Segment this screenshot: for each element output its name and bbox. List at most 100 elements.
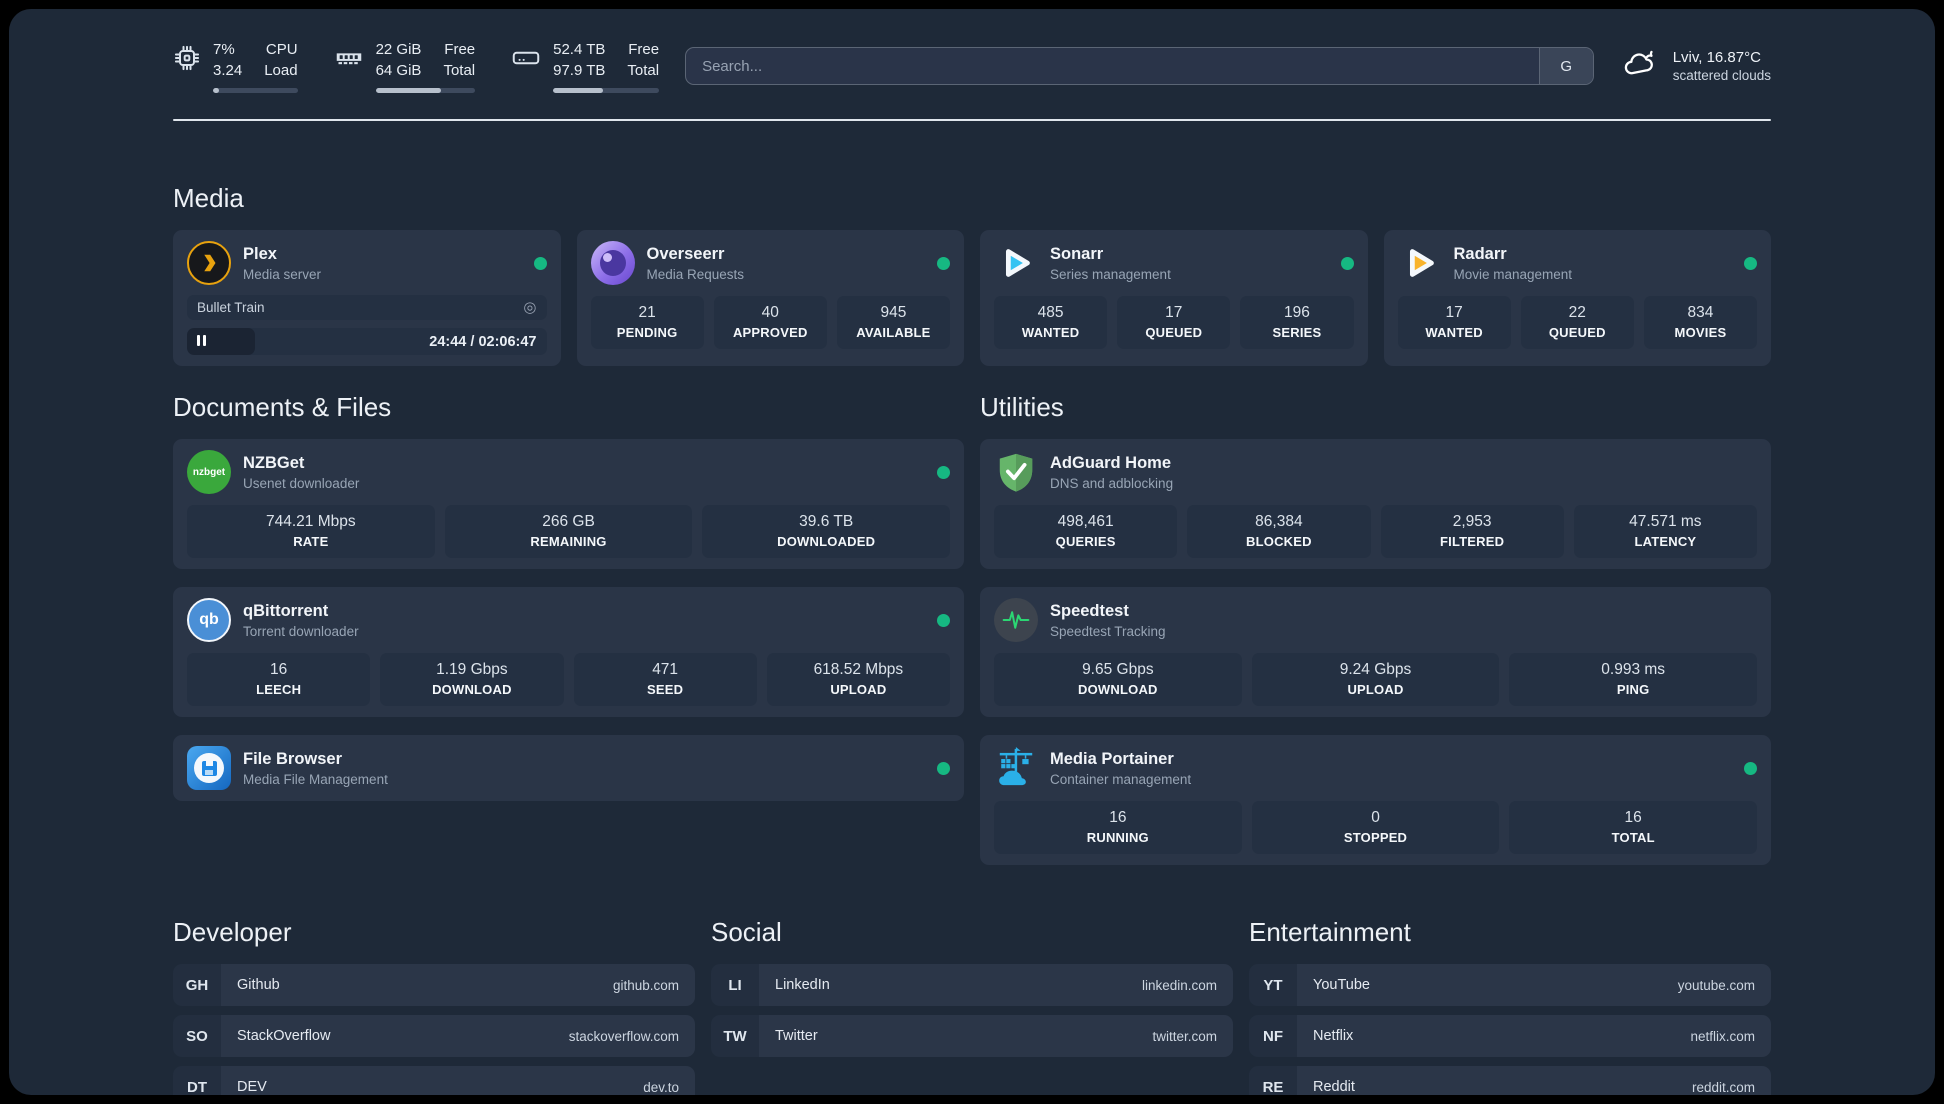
cloud-icon: [1620, 47, 1660, 86]
stat-wanted: 17 WANTED: [1397, 296, 1511, 349]
portainer-icon: [994, 746, 1038, 790]
speedtest-icon: [994, 598, 1038, 642]
stat-available: 945 AVAILABLE: [836, 296, 951, 349]
link-name: YouTube: [1313, 977, 1370, 993]
playback-time: 24:44 / 02:06:47: [429, 333, 537, 350]
qbittorrent-card[interactable]: qb qBittorrent Torrent downloader 16 LEEC…: [173, 587, 964, 717]
status-dot: [937, 613, 950, 627]
now-playing-type-icon[interactable]: ◎: [523, 300, 536, 315]
status-dot: [1744, 256, 1757, 270]
cpu-metric: 7% 3.24 CPU Load: [173, 39, 298, 93]
nzbget-card[interactable]: nzbget NZBGet Usenet downloader 744.21 M…: [173, 439, 964, 569]
link-url: dev.to: [643, 1079, 679, 1095]
sonarr-card[interactable]: Sonarr Series management 485 WANTED 17 QUE…: [980, 230, 1368, 366]
disk-free-value: 52.4 TB: [553, 41, 606, 58]
stat-movies: 834 MOVIES: [1643, 296, 1758, 349]
status-dot: [937, 761, 950, 775]
link-name: Netflix: [1313, 1028, 1354, 1044]
plex-now-playing: Bullet Train ◎: [187, 295, 547, 320]
stat-ping: 0.993 ms PING: [1509, 653, 1758, 706]
stat-stopped: 0 STOPPED: [1251, 801, 1500, 854]
cpu-progress-bar: [213, 88, 298, 93]
link-name: Github: [237, 977, 280, 993]
stat-leech: 16 LEECH: [187, 653, 371, 706]
app-subtitle: DNS and adblocking: [1050, 475, 1174, 491]
link-name: StackOverflow: [237, 1028, 331, 1044]
adguard-card[interactable]: AdGuard Home DNS and adblocking 498,461 Q…: [980, 439, 1771, 569]
plex-icon: [187, 241, 231, 285]
link-abbr-badge: NF: [1249, 1015, 1297, 1057]
plex-progress-bar[interactable]: 24:44 / 02:06:47: [187, 328, 547, 355]
link-url: youtube.com: [1677, 977, 1755, 993]
link-stackoverflow[interactable]: SO StackOverflow stackoverflow.com: [173, 1015, 695, 1057]
link-name: Twitter: [775, 1028, 818, 1044]
link-twitter[interactable]: TW Twitter twitter.com: [711, 1015, 1233, 1057]
stat-upload: 9.24 Gbps UPLOAD: [1251, 653, 1500, 706]
search-input[interactable]: [686, 48, 1539, 84]
link-abbr-badge: RE: [1249, 1066, 1297, 1095]
pause-icon[interactable]: [197, 333, 209, 351]
link-reddit[interactable]: RE Reddit reddit.com: [1249, 1066, 1771, 1095]
stat-pending: 21 PENDING: [590, 296, 704, 349]
search-engine-button[interactable]: G: [1538, 48, 1593, 84]
status-dot: [1340, 256, 1354, 270]
app-name: Plex: [243, 244, 277, 263]
status-dot: [1744, 761, 1757, 775]
disk-total-label: Total: [627, 62, 660, 79]
cpu-usage: 7%: [213, 41, 235, 58]
stat-total: 16 TOTAL: [1509, 801, 1758, 854]
status-dot: [937, 256, 950, 270]
stat-download: 1.19 Gbps DOWNLOAD: [380, 653, 564, 706]
adguard-icon: [994, 450, 1038, 494]
speedtest-card[interactable]: Speedtest Speedtest Tracking 9.65 Gbps DO…: [980, 587, 1771, 717]
stat-wanted: 485 WANTED: [994, 296, 1108, 349]
stat-rate: 744.21 Mbps RATE: [187, 505, 435, 558]
stat-queries: 498,461 QUERIES: [994, 505, 1178, 558]
stat-filtered: 2,953 FILTERED: [1380, 505, 1564, 558]
app-subtitle: Usenet downloader: [243, 475, 360, 491]
app-name: Sonarr: [1050, 244, 1104, 263]
app-name: File Browser: [243, 749, 343, 768]
header: 7% 3.24 CPU Load 22 GiB 64 GiB Free Tota…: [173, 39, 1771, 93]
app-name: NZBGet: [243, 453, 305, 472]
stat-queued: 22 QUEUED: [1520, 296, 1634, 349]
disk-progress-bar: [553, 88, 660, 93]
app-name: qBittorrent: [243, 601, 329, 620]
app-subtitle: Media File Management: [243, 771, 388, 787]
link-abbr-badge: TW: [711, 1015, 759, 1057]
stat-series: 196 SERIES: [1240, 296, 1354, 349]
filebrowser-card[interactable]: File Browser Media File Management: [173, 735, 964, 801]
overseerr-icon: [590, 241, 635, 285]
stat-remaining: 266 GB REMAINING: [444, 505, 693, 558]
link-youtube[interactable]: YT YouTube youtube.com: [1249, 964, 1771, 1006]
stat-blocked: 86,384 BLOCKED: [1187, 505, 1371, 558]
link-dev[interactable]: DT DEV dev.to: [173, 1066, 695, 1095]
section-title-utilities: Utilities: [980, 392, 1064, 422]
link-github[interactable]: GH Github github.com: [173, 964, 695, 1006]
search-bar[interactable]: G: [685, 47, 1594, 85]
section-title-developer: Developer: [173, 917, 292, 947]
link-url: linkedin.com: [1141, 977, 1217, 993]
app-name: Overseerr: [646, 244, 725, 263]
weather-location-temp: Lviv, 16.87°C: [1672, 49, 1761, 66]
link-abbr-badge: LI: [711, 964, 759, 1006]
link-abbr-badge: GH: [173, 964, 221, 1006]
portainer-card[interactable]: Media Portainer Container management 16 R…: [980, 735, 1771, 865]
disk-metric: 52.4 TB 97.9 TB Free Total: [511, 39, 660, 93]
nzbget-icon: nzbget: [187, 450, 231, 494]
link-abbr-badge: SO: [173, 1015, 221, 1057]
app-name: AdGuard Home: [1050, 453, 1172, 472]
plex-card[interactable]: Plex Media server Bullet Train ◎ 24:44 /…: [173, 230, 561, 366]
link-netflix[interactable]: NF Netflix netflix.com: [1249, 1015, 1771, 1057]
ram-free-value: 22 GiB: [375, 41, 422, 58]
sonarr-icon: [994, 241, 1038, 285]
status-dot: [937, 465, 950, 479]
header-divider: [173, 119, 1771, 121]
radarr-card[interactable]: Radarr Movie management 17 WANTED 22 QUEUE…: [1383, 230, 1771, 366]
cpu-load-value: 3.24: [213, 62, 243, 79]
app-subtitle: Torrent downloader: [243, 623, 359, 639]
link-linkedin[interactable]: LI LinkedIn linkedin.com: [711, 964, 1233, 1006]
stat-upload: 618.52 Mbps UPLOAD: [766, 653, 950, 706]
section-title-documents: Documents & Files: [173, 392, 392, 422]
overseerr-card[interactable]: Overseerr Media Requests 21 PENDING 40 APP…: [576, 230, 964, 366]
